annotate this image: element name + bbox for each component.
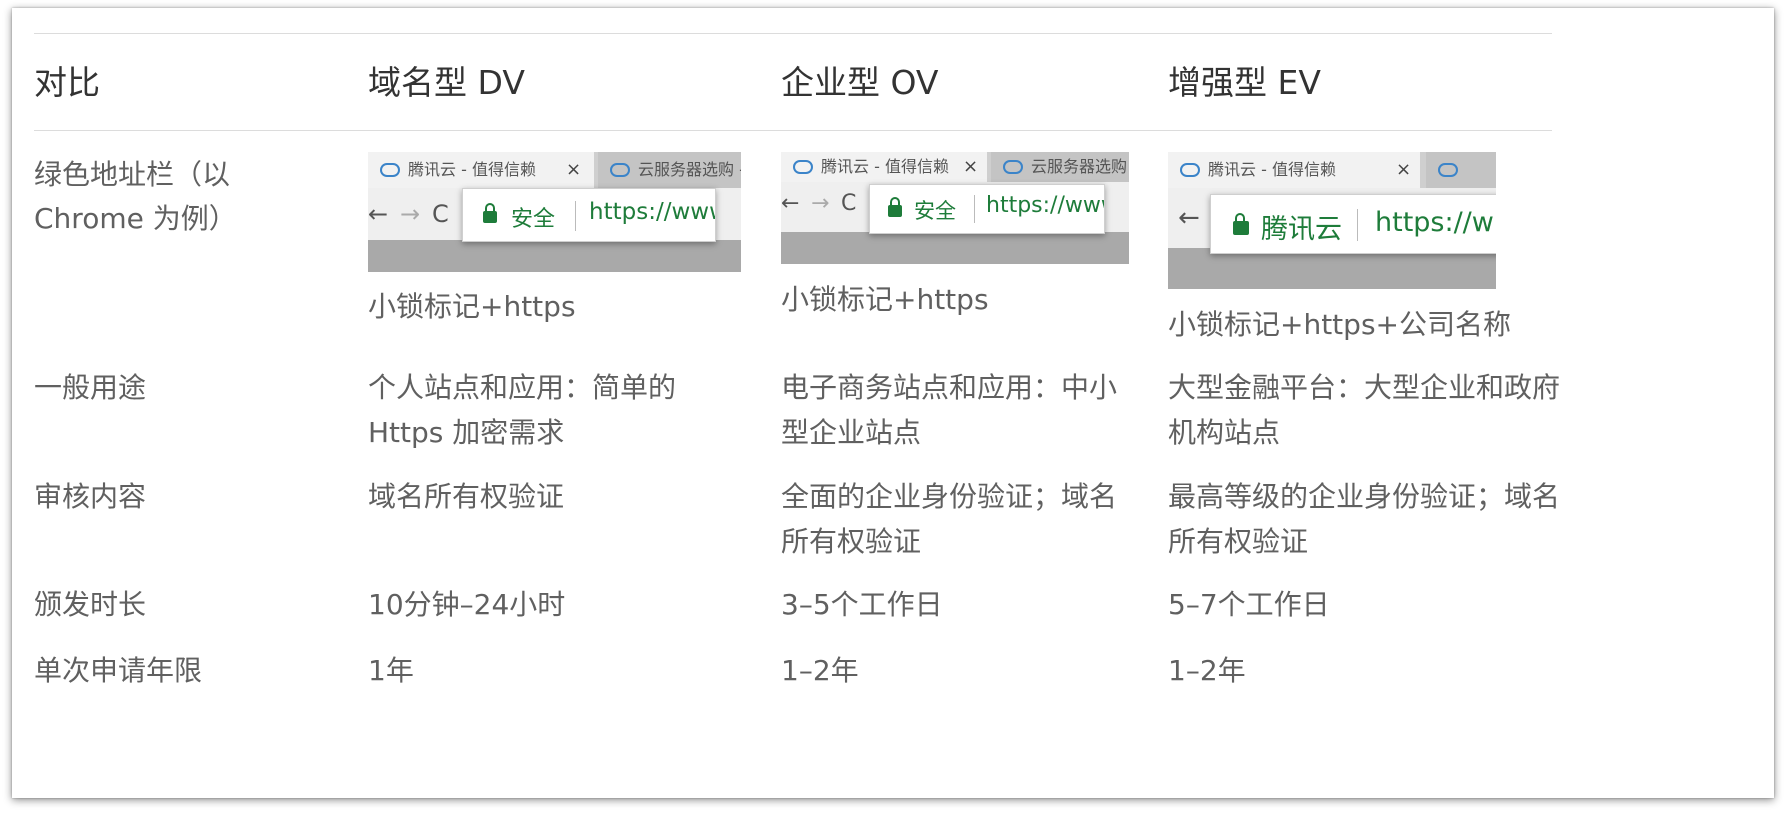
- secure-label: 安全: [914, 199, 956, 223]
- dv-usage-2: Https 加密需求: [368, 416, 565, 449]
- tab-cvm: [1426, 152, 1496, 188]
- ov-issue-time: 3–5个工作日: [781, 588, 943, 621]
- cloud-icon: [1438, 163, 1458, 177]
- tab-cvm: 云服务器选购 - 腾: [598, 152, 741, 188]
- reload-icon: C: [432, 200, 449, 228]
- secure-label: 安全: [511, 207, 556, 232]
- ov-validity: 1–2年: [781, 654, 859, 687]
- ov-browser-screenshot: 腾讯云 - 值得信赖 × 云服务器选购 - 腾 ← → C 安全 https:/…: [781, 152, 1129, 264]
- ov-audit-2: 所有权验证: [781, 525, 922, 558]
- back-arrow-icon: ←: [1178, 203, 1200, 233]
- cloud-icon: [380, 163, 400, 177]
- company-name: 腾讯云: [1261, 214, 1342, 245]
- ov-usage-1: 电子商务站点和应用：中小: [781, 371, 1118, 404]
- reload-icon: C: [841, 191, 857, 216]
- header-dv: 域名型 DV: [368, 63, 525, 102]
- ev-audit-1: 最高等级的企业身份验证；域名: [1168, 480, 1561, 513]
- dv-usage-1: 个人站点和应用：简单的: [368, 371, 677, 404]
- row-label-validity: 单次申请年限: [34, 654, 203, 687]
- lock-icon: [888, 197, 902, 217]
- address-bar: 腾讯云 https://w: [1210, 194, 1496, 254]
- header-ev: 增强型 EV: [1168, 63, 1321, 102]
- dv-issue-time: 10分钟–24小时: [368, 588, 566, 621]
- cloud-icon: [610, 163, 630, 177]
- tab-tencent: 腾讯云 - 值得信赖: [1168, 152, 1420, 188]
- row-label-issue-time: 颁发时长: [34, 588, 147, 621]
- ev-validity: 1–2年: [1168, 654, 1246, 687]
- row-label-address-bar-1: 绿色地址栏（以: [34, 158, 231, 191]
- dv-validity: 1年: [368, 654, 414, 687]
- tab-cvm: 云服务器选购 - 腾: [991, 152, 1129, 182]
- tab-close-icon: ×: [566, 159, 582, 180]
- header-ov: 企业型 OV: [781, 63, 939, 102]
- forward-arrow-icon: →: [811, 191, 830, 216]
- row-label-audit: 审核内容: [34, 480, 147, 513]
- cloud-icon: [793, 160, 813, 174]
- row-label-address-bar-2: Chrome 为例）: [34, 202, 237, 235]
- ev-issue-time: 5–7个工作日: [1168, 588, 1330, 621]
- back-arrow-icon: ←: [781, 191, 800, 216]
- url-text: https://w: [1375, 207, 1494, 238]
- ev-address-caption: 小锁标记+https+公司名称: [1168, 308, 1511, 341]
- back-arrow-icon: ←: [368, 200, 389, 228]
- cloud-icon: [1180, 163, 1200, 177]
- address-bar: 安全 https://www: [869, 184, 1105, 234]
- comparison-card: 对比 域名型 DV 企业型 OV 增强型 EV 绿色地址栏（以 Chrome 为…: [12, 8, 1774, 798]
- ev-audit-2: 所有权验证: [1168, 525, 1309, 558]
- ov-usage-2: 型企业站点: [781, 416, 922, 449]
- tab-tencent: 腾讯云 - 值得信赖: [368, 152, 594, 188]
- dv-browser-screenshot: 腾讯云 - 值得信赖 × 云服务器选购 - 腾 ← → C 安全 https:/…: [368, 152, 741, 272]
- header-divider: [34, 130, 1552, 131]
- forward-arrow-icon: →: [400, 200, 421, 228]
- ev-usage-2: 机构站点: [1168, 416, 1281, 449]
- url-text: https://www: [589, 199, 716, 225]
- ov-address-caption: 小锁标记+https: [781, 283, 989, 316]
- ev-usage-1: 大型金融平台：大型企业和政府: [1168, 371, 1561, 404]
- cloud-icon: [1003, 160, 1023, 174]
- ev-browser-screenshot: 腾讯云 - 值得信赖 × ← 腾讯云 https://w: [1168, 152, 1496, 289]
- dv-address-caption: 小锁标记+https: [368, 290, 576, 323]
- address-bar: 安全 https://www: [462, 188, 716, 242]
- top-divider: [34, 33, 1552, 34]
- lock-icon: [483, 203, 497, 223]
- header-compare: 对比: [34, 63, 100, 102]
- dv-audit-1: 域名所有权验证: [368, 480, 565, 513]
- ov-audit-1: 全面的企业身份验证；域名: [781, 480, 1118, 513]
- row-label-usage: 一般用途: [34, 371, 147, 404]
- tab-close-icon: ×: [963, 156, 979, 177]
- url-text: https://www: [986, 193, 1104, 218]
- lock-icon: [1233, 213, 1249, 235]
- tab-close-icon: ×: [1396, 159, 1412, 180]
